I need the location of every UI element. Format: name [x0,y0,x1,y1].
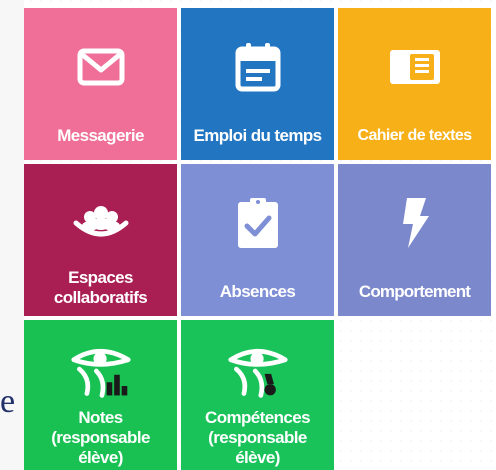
tile-label-comportement: Comportement [358,282,471,301]
tile-espaces-collaboratifs[interactable]: Espaces collaboratifs [24,164,177,316]
tile-competences-responsable-eleve[interactable]: Compétences (responsable élève) [181,320,334,470]
group-icon [70,192,132,254]
tile-label-absences: Absences [219,282,296,301]
tile-emploi-du-temps[interactable]: Emploi du temps [181,8,334,160]
eye-medal-icon [227,340,289,402]
lightning-icon [384,192,446,254]
tile-label-messagerie: Messagerie [57,126,144,145]
tile-label-notes: Notes (responsable élève) [51,408,150,467]
tile-messagerie[interactable]: Messagerie [24,8,177,160]
tile-label-emploi-du-temps: Emploi du temps [193,126,323,145]
tile-cahier-de-textes[interactable]: Cahier de textes [338,8,491,160]
partial-edge-letter: e [0,383,16,420]
tile-absences[interactable]: Absences [181,164,334,316]
tile-label-cahier-de-textes: Cahier de textes [357,127,472,144]
tile-comportement[interactable]: Comportement [338,164,491,316]
tile-notes-responsable-eleve[interactable]: Notes (responsable élève) [24,320,177,470]
eye-chart-icon [70,340,132,402]
tile-label-competences: Compétences (responsable élève) [205,408,310,467]
mail-icon [70,36,132,98]
clipboard-check-icon [227,192,289,254]
calendar-icon [227,36,289,98]
notebook-icon [384,36,446,98]
app-launcher-panel: e Messagerie Emploi du temps Cahier de t… [0,0,496,470]
tile-grid: Messagerie Emploi du temps Cahier de tex… [24,8,496,470]
tile-label-espaces-collaboratifs: Espaces collaboratifs [53,268,148,307]
